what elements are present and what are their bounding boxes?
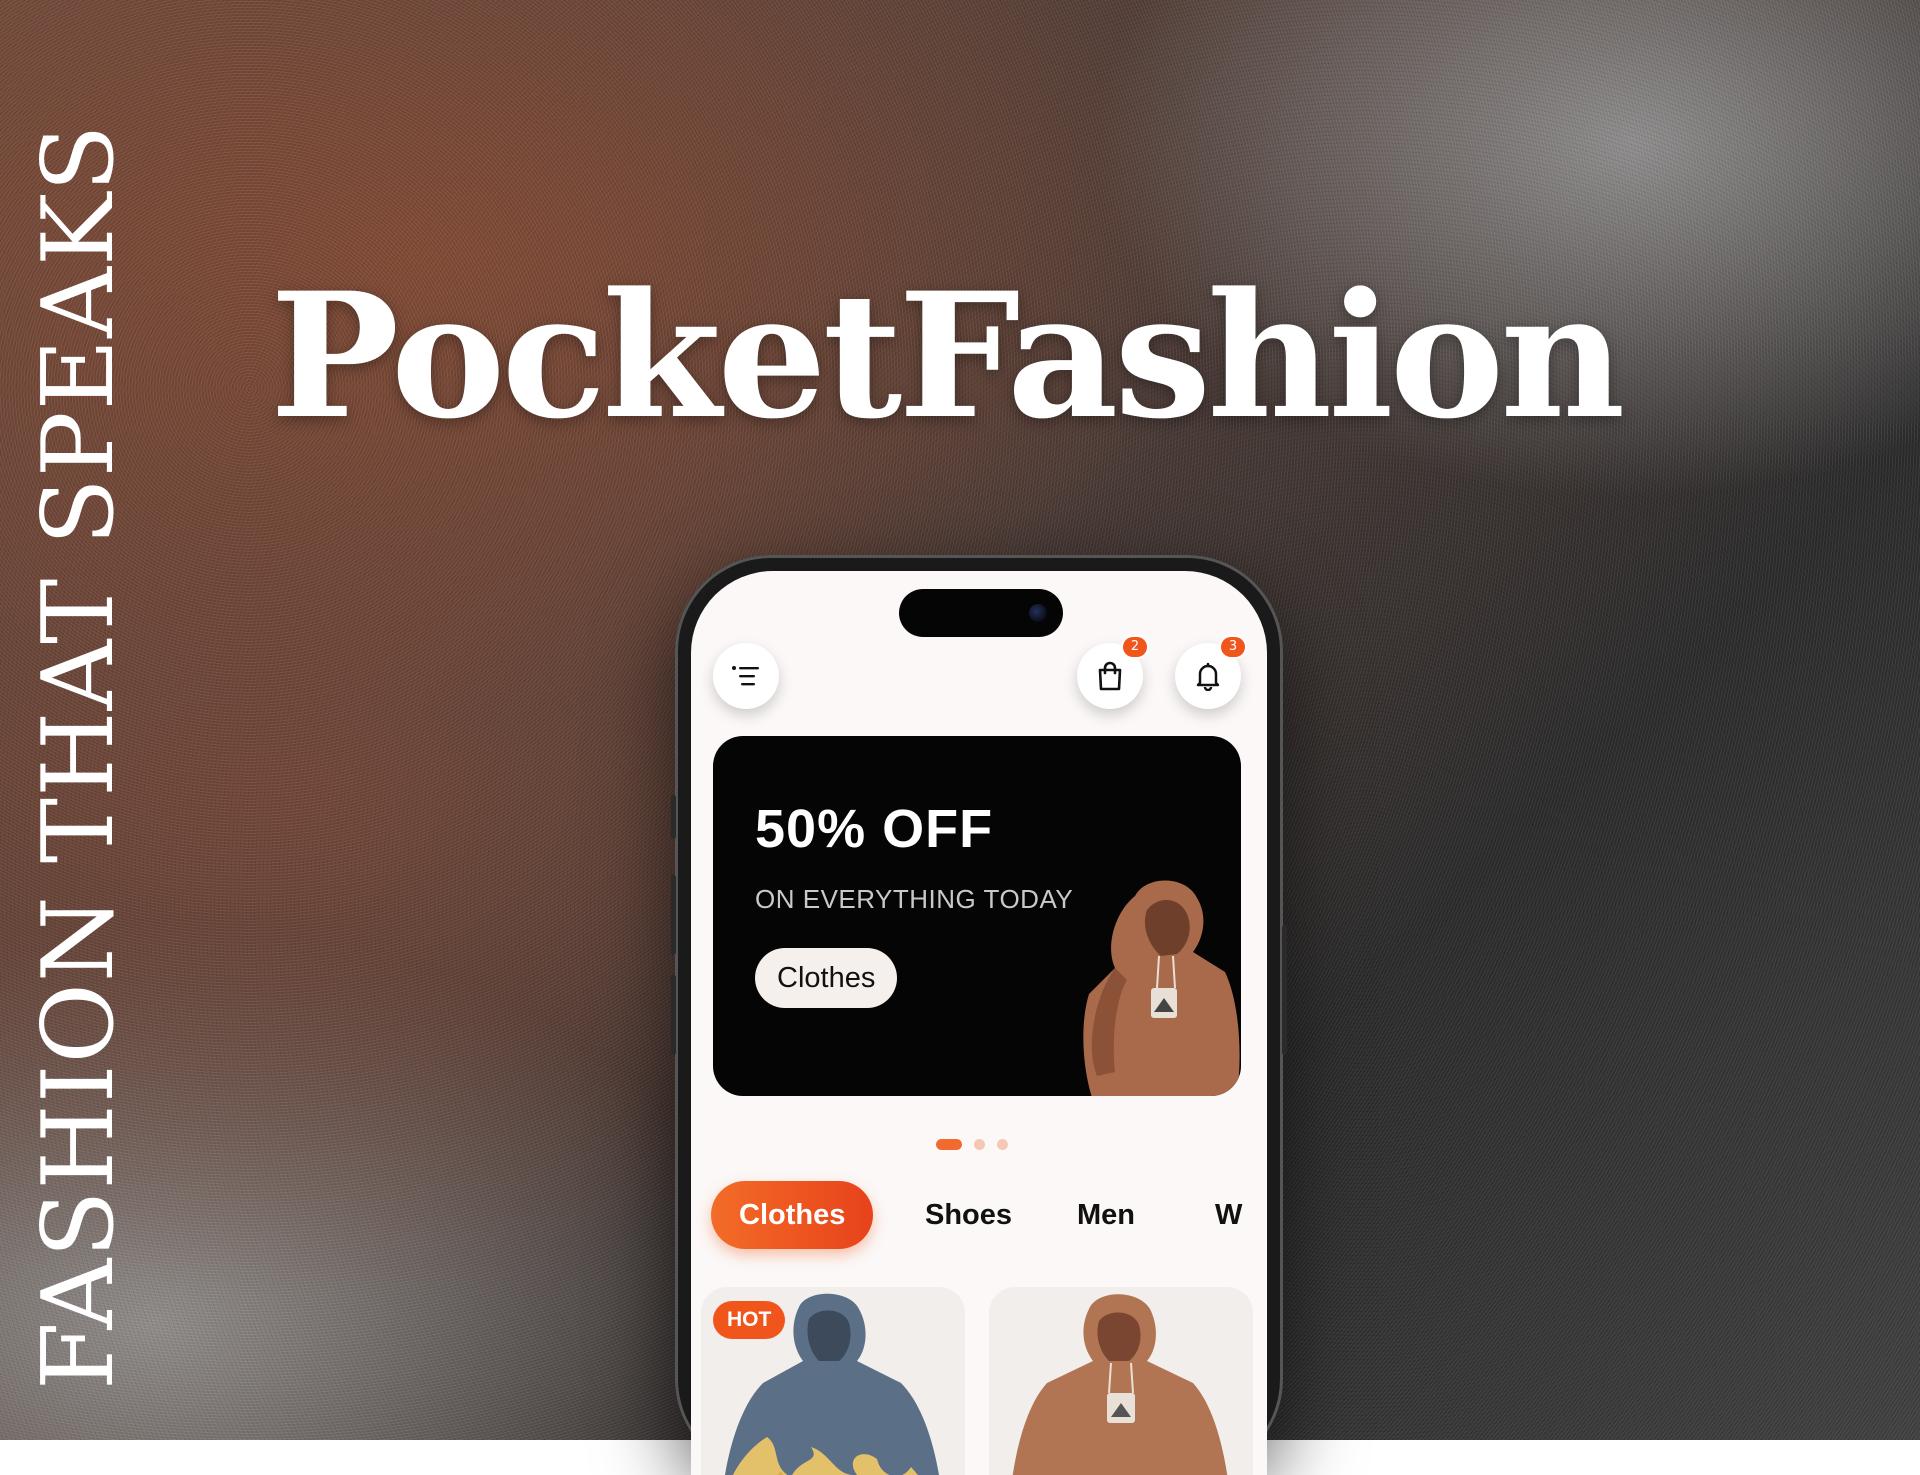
carousel-dot-3[interactable] [997,1139,1008,1150]
promo-banner[interactable]: 50% OFF ON EVERYTHING TODAY Clothes [713,736,1241,1096]
bell-icon [1196,662,1220,691]
hot-badge: HOT [713,1301,786,1339]
phone-mute-button [671,795,676,839]
notifications-badge: 3 [1221,637,1245,657]
brown-hoodie-image [1083,880,1240,1096]
app-screen: 2 3 50% OFF ON EVERYTHING TODAY Clothes [691,571,1267,1475]
carousel-dot-2[interactable] [974,1139,985,1150]
promo-clothes-button[interactable]: Clothes [755,948,898,1008]
tab-men[interactable]: Men [1077,1181,1135,1249]
menu-lines-icon [732,666,759,686]
carousel-dot-1[interactable] [936,1139,962,1150]
promo-subtitle: ON EVERYTHING TODAY [755,884,1074,914]
cart-badge: 2 [1123,637,1147,657]
tagline: FASHION THAT SPEAKS [22,123,136,1390]
product-card[interactable]: HOT [701,1287,965,1475]
menu-button[interactable] [713,643,779,709]
carousel-indicator [936,1139,1008,1150]
phone-mockup: 2 3 50% OFF ON EVERYTHING TODAY Clothes [671,555,1287,1475]
brown-hoodie-image [1012,1294,1228,1475]
dynamic-island [899,589,1063,637]
phone-volume-up-button [671,875,676,955]
shopping-bag-icon [1098,661,1122,691]
tab-women[interactable]: W [1215,1181,1242,1249]
brand-title: PocketFashion [270,254,1625,457]
category-tabs: Clothes Shoes Men W [709,1181,1267,1249]
phone-volume-down-button [671,975,676,1055]
notifications-button[interactable]: 3 [1175,637,1245,709]
tab-clothes[interactable]: Clothes [711,1181,874,1249]
tab-shoes[interactable]: Shoes [925,1181,1012,1249]
front-camera [1029,604,1047,622]
phone-power-button [1282,925,1287,1055]
cart-button[interactable]: 2 [1077,637,1147,709]
product-card[interactable] [989,1287,1253,1475]
promo-title: 50% OFF [755,799,994,859]
